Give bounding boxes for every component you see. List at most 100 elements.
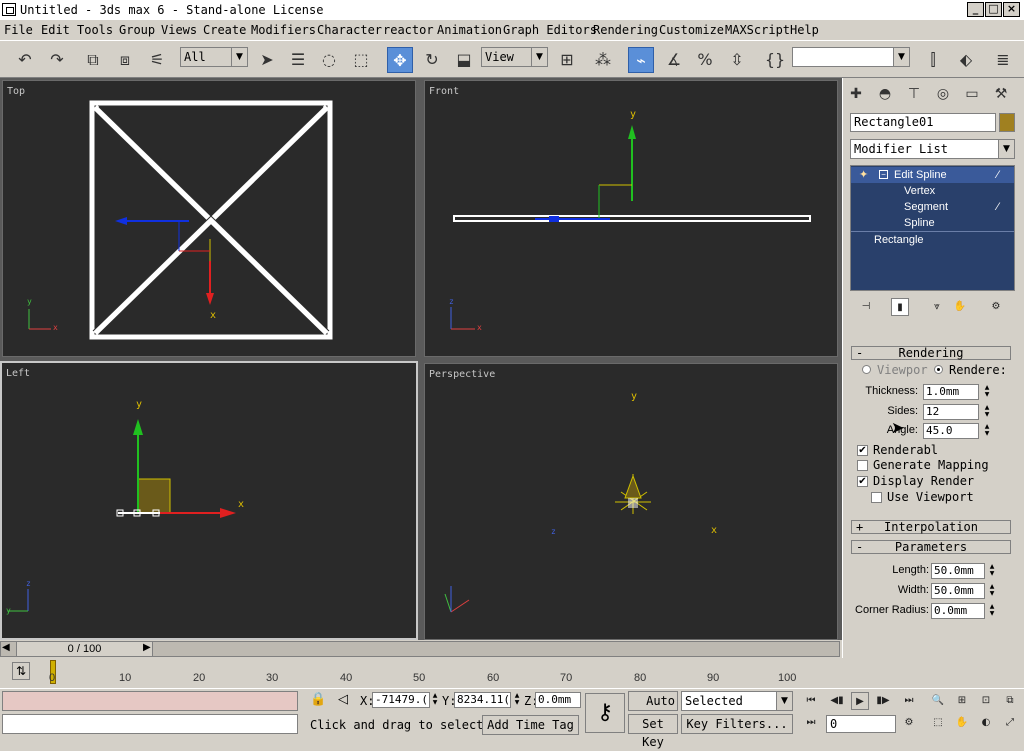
utilities-tab-icon[interactable]: ⚒ xyxy=(990,83,1012,105)
auto-key-button[interactable]: Auto Key xyxy=(628,691,678,711)
spinner-arrows-icon[interactable]: ▲ ▼ xyxy=(983,384,991,400)
generate-mapping-checkbox[interactable] xyxy=(857,460,868,471)
add-time-tag-button[interactable]: Add Time Tag xyxy=(482,715,579,735)
select-move-icon[interactable]: ✥ xyxy=(387,47,413,73)
display-render-checkbox[interactable]: ✔ xyxy=(857,476,868,487)
select-rotate-icon[interactable]: ↻ xyxy=(419,47,445,73)
select-by-name-icon[interactable]: ☰ xyxy=(285,47,311,73)
key-mode-dropdown[interactable]: Selected ▼ xyxy=(681,691,793,711)
select-scale-icon[interactable]: ⬓ xyxy=(451,47,477,73)
maximize-button[interactable]: □ xyxy=(985,2,1002,17)
spinner-arrows-icon[interactable]: ▲ ▼ xyxy=(988,603,996,619)
z-coord-field[interactable]: 0.0mm xyxy=(535,692,581,708)
lock-icon[interactable]: 🔒 xyxy=(310,692,326,707)
undo-icon[interactable]: ↶ xyxy=(12,47,38,73)
maxscript-input[interactable] xyxy=(2,714,298,734)
viewport-perspective[interactable]: Perspective y x z xyxy=(424,363,838,640)
zoom-extents-icon[interactable]: ⊡ xyxy=(977,692,995,710)
maxscript-listener-mini[interactable] xyxy=(2,691,298,711)
stack-item-rectangle[interactable]: Rectangle xyxy=(851,231,1014,247)
hierarchy-tab-icon[interactable]: ⊤ xyxy=(903,83,925,105)
bind-space-warp-icon[interactable]: ⚟ xyxy=(144,47,170,73)
track-ruler[interactable]: 0 10 20 30 40 50 60 70 80 90 100 xyxy=(44,658,840,688)
align-icon[interactable]: ⬖ xyxy=(953,47,979,73)
select-object-icon[interactable]: ➤ xyxy=(254,47,280,73)
stack-item-segment[interactable]: Segment ⁄ xyxy=(851,199,1014,215)
corner-radius-spinner[interactable]: 0.0mm xyxy=(931,603,985,619)
show-end-result-icon[interactable]: ▮ xyxy=(891,298,909,316)
menu-help[interactable]: Help xyxy=(790,23,819,37)
spinner-arrows-icon[interactable]: ▲ ▼ xyxy=(983,423,991,439)
object-color-swatch[interactable] xyxy=(999,113,1015,132)
menu-file[interactable]: File xyxy=(4,23,33,37)
time-slider-thumb[interactable]: 0 / 100 xyxy=(16,641,153,657)
percent-snap-icon[interactable]: % xyxy=(692,47,718,73)
pan-icon[interactable]: ✋ xyxy=(953,714,971,732)
viewport-front[interactable]: Front y z x xyxy=(424,80,838,357)
modifier-stack[interactable]: ✦ − Edit Spline ⁄ Vertex Segment ⁄ Splin… xyxy=(850,165,1015,291)
app-icon[interactable] xyxy=(2,3,16,16)
viewport-left[interactable]: Left y x z y xyxy=(0,361,418,640)
viewport-label-front[interactable]: Front xyxy=(429,86,459,97)
motion-tab-icon[interactable]: ◎ xyxy=(932,83,954,105)
curve-editor-icon[interactable]: ⇅ xyxy=(12,662,30,680)
stack-item-spline[interactable]: Spline xyxy=(851,215,1014,231)
angle-spinner[interactable]: 45.0 xyxy=(923,423,979,439)
zoom-all-icon[interactable]: ⊞ xyxy=(953,692,971,710)
next-frame-icon[interactable]: ▮▶ xyxy=(874,692,892,710)
play-icon[interactable]: ▶ xyxy=(851,692,869,710)
pivot-center-icon[interactable]: ⊞ xyxy=(554,47,580,73)
interpolation-rollout-header[interactable]: + Interpolation xyxy=(851,520,1011,534)
arc-rotate-icon[interactable]: ◐ xyxy=(977,714,995,732)
mirror-icon[interactable]: ⫿ xyxy=(920,47,946,73)
length-spinner[interactable]: 50.0mm xyxy=(931,563,985,579)
stack-item-edit-spline[interactable]: ✦ − Edit Spline ⁄ xyxy=(851,167,1014,183)
key-filters-button[interactable]: Key Filters... xyxy=(681,714,793,734)
radio-renderer[interactable] xyxy=(934,365,943,374)
goto-end-icon[interactable]: ⏭ xyxy=(900,692,918,710)
window-crossing-icon[interactable]: ⬚ xyxy=(348,47,374,73)
parameters-rollout-header[interactable]: - Parameters xyxy=(851,540,1011,554)
radio-viewport[interactable] xyxy=(862,365,871,374)
menu-maxscript[interactable]: MAXScript xyxy=(725,23,790,37)
manipulate-icon[interactable]: ⁂ xyxy=(590,47,616,73)
bulb-icon[interactable]: ✦ xyxy=(859,167,868,183)
viewport-label-perspective[interactable]: Perspective xyxy=(429,369,495,380)
sides-spinner[interactable]: 12 xyxy=(923,404,979,420)
track-bar[interactable]: ⇅ 0 10 20 30 40 50 60 70 80 90 100 xyxy=(0,658,842,688)
pin-stack-icon[interactable]: ⊣ xyxy=(857,298,875,316)
viewport-top[interactable]: Top x y x xyxy=(2,80,416,357)
selection-filter-dropdown[interactable]: All ▼ xyxy=(180,47,248,67)
minimize-button[interactable]: _ xyxy=(967,2,984,17)
zoom-icon[interactable]: 🔍 xyxy=(929,692,947,710)
menu-modifiers[interactable]: Modifiers xyxy=(251,23,316,37)
absolute-mode-icon[interactable]: ◁ xyxy=(338,692,348,707)
goto-start-icon[interactable]: ⏮ xyxy=(802,692,820,710)
slider-next-icon[interactable]: ▶ xyxy=(143,642,151,653)
selection-region-icon[interactable]: ◌ xyxy=(316,47,342,73)
snap-toggle-icon[interactable]: ⌁ xyxy=(628,47,654,73)
maximize-viewport-icon[interactable]: ⤢ xyxy=(1001,714,1019,732)
y-coord-field[interactable]: 8234.11( xyxy=(454,692,511,708)
width-spinner[interactable]: 50.0mm xyxy=(931,583,985,599)
object-name-field[interactable]: Rectangle01 xyxy=(850,113,996,132)
unlink-icon[interactable]: ⧈ xyxy=(112,47,138,73)
menu-views[interactable]: Views xyxy=(161,23,197,37)
edit-named-selections-icon[interactable]: {} xyxy=(762,47,788,73)
key-icon[interactable]: ⚷ xyxy=(585,693,625,733)
menu-tools[interactable]: Tools xyxy=(77,23,113,37)
key-mode-toggle-icon[interactable]: ⏭ xyxy=(802,714,820,732)
x-coord-field[interactable]: -71479.( xyxy=(372,692,430,708)
modifier-list-dropdown[interactable]: Modifier List ▼ xyxy=(850,139,1015,159)
spinner-arrows-icon[interactable]: ▲ ▼ xyxy=(513,692,521,708)
rendering-rollout-header[interactable]: - Rendering xyxy=(851,346,1011,360)
configure-sets-icon[interactable]: ⚙ xyxy=(987,298,1005,316)
current-frame-field[interactable]: 0 xyxy=(826,715,896,733)
set-key-button[interactable]: Set Key xyxy=(628,714,678,749)
spinner-arrows-icon[interactable]: ▲ ▼ xyxy=(988,583,996,599)
create-tab-icon[interactable]: ✚ xyxy=(845,83,867,105)
menu-create[interactable]: Create xyxy=(203,23,246,37)
select-link-icon[interactable]: ⧉ xyxy=(80,47,106,73)
viewport-label-top[interactable]: Top xyxy=(7,86,25,97)
menu-edit[interactable]: Edit xyxy=(41,23,70,37)
